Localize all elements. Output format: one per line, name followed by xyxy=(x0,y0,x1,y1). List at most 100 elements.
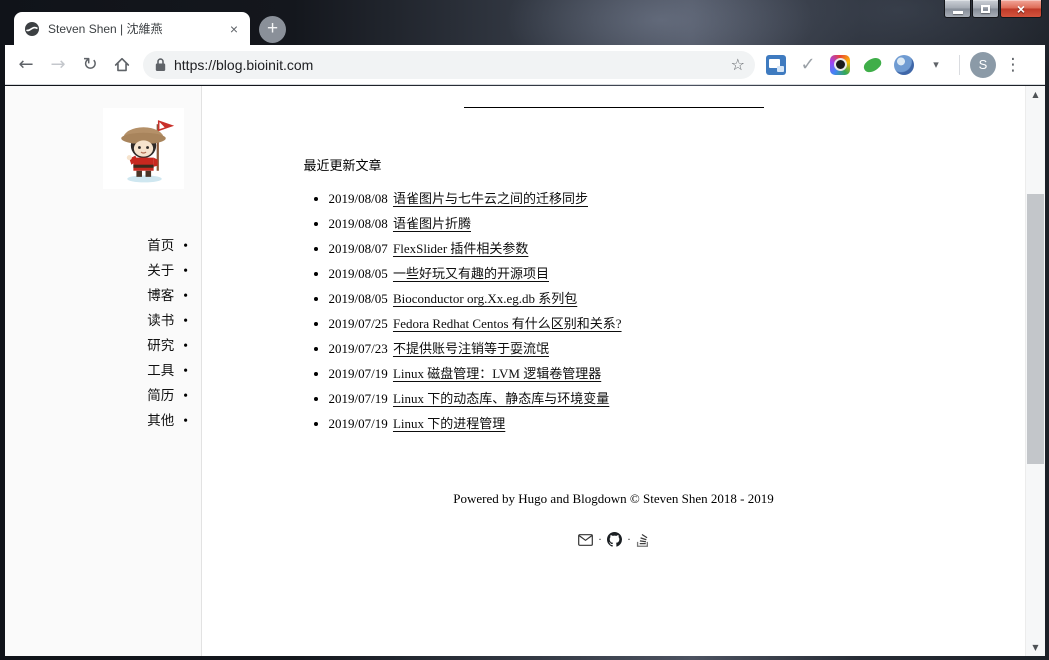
minimize-icon xyxy=(953,11,963,14)
desktop: { "window": { "controls": ["minimize", "… xyxy=(0,0,1049,660)
article-date: 2019/08/05 xyxy=(329,266,388,281)
sidebar-nav-item[interactable]: 简历 • xyxy=(5,383,201,408)
sidebar-nav-item[interactable]: 读书 • xyxy=(5,308,201,333)
article-link[interactable]: 一些好玩又有趣的开源项目 xyxy=(393,266,549,281)
sidebar-nav-label[interactable]: 首页 xyxy=(147,238,174,253)
globe-extension-glyph xyxy=(894,55,914,75)
footer-credit: Powered by Hugo and Blogdown © Steven Sh… xyxy=(304,486,924,511)
sidebar-nav-label[interactable]: 研究 xyxy=(147,338,174,353)
sidebar-nav-label[interactable]: 读书 xyxy=(147,313,174,328)
article-list-item: 2019/07/19 Linux 下的动态库、静态库与环境变量 xyxy=(329,386,924,411)
nav-bullet: • xyxy=(183,263,188,278)
sidebar-nav-item[interactable]: 关于 • xyxy=(5,258,201,283)
url-text[interactable]: https://blog.bioinit.com xyxy=(174,57,723,73)
recent-articles-list: 2019/08/08 语雀图片与七牛云之间的迁移同步2019/08/08 语雀图… xyxy=(304,186,924,436)
nav-bullet: • xyxy=(183,338,188,353)
article-list-item: 2019/08/08 语雀图片与七牛云之间的迁移同步 xyxy=(329,186,924,211)
nav-bullet: • xyxy=(183,363,188,378)
reload-button[interactable]: ↻ xyxy=(75,54,105,75)
back-button[interactable]: ← xyxy=(11,54,41,75)
browser-tab[interactable]: Steven Shen | 沈維燕 × xyxy=(14,12,250,45)
octocat-avatar-image xyxy=(103,108,184,189)
new-tab-button[interactable]: + xyxy=(259,16,286,43)
forward-button[interactable]: → xyxy=(43,54,73,75)
extensions-overflow-chevron-down-icon[interactable]: ▾ xyxy=(921,58,951,71)
window-minimize-button[interactable] xyxy=(944,0,971,18)
article-list-item: 2019/07/19 Linux 磁盘管理：LVM 逻辑卷管理器 xyxy=(329,361,924,386)
check-extension-icon[interactable]: ✓ xyxy=(793,54,823,75)
scroll-up-arrow-icon[interactable]: ▲ xyxy=(1026,86,1045,103)
sidebar-nav-label[interactable]: 简历 xyxy=(147,388,174,403)
window-close-button[interactable]: × xyxy=(1000,0,1042,18)
address-bar[interactable]: https://blog.bioinit.com ☆ xyxy=(143,51,755,79)
tab-favicon-globe-icon xyxy=(24,21,40,37)
article-list-item: 2019/07/23 不提供账号注销等于耍流氓 xyxy=(329,336,924,361)
article-link[interactable]: Fedora Redhat Centos 有什么区别和关系? xyxy=(393,316,622,331)
browser-toolbar: ← → ↻ https://blog.bioinit.com ☆ ✓ ▾ S ⋮ xyxy=(5,45,1045,85)
article-list-item: 2019/08/07 FlexSlider 插件相关参数 xyxy=(329,236,924,261)
nav-bullet: • xyxy=(183,238,188,253)
article-date: 2019/08/05 xyxy=(329,291,388,306)
home-button[interactable] xyxy=(107,56,137,74)
article-date: 2019/07/19 xyxy=(329,366,388,381)
camera-extension-icon[interactable] xyxy=(825,55,855,75)
pepper-extension-icon[interactable] xyxy=(857,56,887,74)
scrollbar-thumb[interactable] xyxy=(1027,194,1044,464)
article-link[interactable]: Linux 磁盘管理：LVM 逻辑卷管理器 xyxy=(393,366,601,381)
lock-icon xyxy=(155,58,166,72)
article-link[interactable]: Linux 下的进程管理 xyxy=(393,416,505,431)
browser-menu-kebab-icon[interactable]: ⋮ xyxy=(1000,55,1026,75)
article-date: 2019/08/08 xyxy=(329,216,388,231)
article-list-item: 2019/08/05 一些好玩又有趣的开源项目 xyxy=(329,261,924,286)
bookmark-star-icon[interactable]: ☆ xyxy=(731,55,745,74)
window-controls: × xyxy=(944,0,1042,18)
icon-separator: · xyxy=(598,527,602,552)
nav-bullet: • xyxy=(183,288,188,303)
sidebar-nav-item[interactable]: 其他 • xyxy=(5,408,201,433)
sidebar-nav: 首页 • 关于 • 博客 • 读书 • 研究 • 工具 • 简历 • 其他 • xyxy=(5,233,201,433)
article-link[interactable]: 语雀图片折腾 xyxy=(393,216,471,231)
article-link[interactable]: Linux 下的动态库、静态库与环境变量 xyxy=(393,391,609,406)
sidebar-nav-label[interactable]: 工具 xyxy=(147,363,174,378)
article-list-item: 2019/07/25 Fedora Redhat Centos 有什么区别和关系… xyxy=(329,311,924,336)
site-avatar[interactable] xyxy=(103,108,184,189)
profile-avatar[interactable]: S xyxy=(970,52,996,78)
toolbar-divider xyxy=(959,55,960,75)
pepper-extension-glyph xyxy=(861,53,883,75)
sidebar-nav-item[interactable]: 研究 • xyxy=(5,333,201,358)
sidebar-nav-item[interactable]: 博客 • xyxy=(5,283,201,308)
github-icon[interactable] xyxy=(607,532,622,547)
article-date: 2019/07/19 xyxy=(329,416,388,431)
sidebar-nav-item[interactable]: 首页 • xyxy=(5,233,201,258)
globe-extension-icon[interactable] xyxy=(889,55,919,75)
article-date: 2019/08/08 xyxy=(329,191,388,206)
page-scrollbar[interactable]: ▲ ▼ xyxy=(1025,86,1045,656)
site-sidebar: 首页 • 关于 • 博客 • 读书 • 研究 • 工具 • 简历 • 其他 • xyxy=(5,86,202,656)
sidebar-nav-label[interactable]: 其他 xyxy=(147,413,174,428)
article-link[interactable]: 不提供账号注销等于耍流氓 xyxy=(393,341,549,356)
nav-bullet: • xyxy=(183,413,188,428)
nav-bullet: • xyxy=(183,388,188,403)
article-link[interactable]: Bioconductor org.Xx.eg.db 系列包 xyxy=(393,291,577,306)
article-link[interactable]: 语雀图片与七牛云之间的迁移同步 xyxy=(393,191,588,206)
scroll-down-arrow-icon[interactable]: ▼ xyxy=(1026,639,1045,656)
article-list-item: 2019/07/19 Linux 下的进程管理 xyxy=(329,411,924,436)
sidebar-nav-item[interactable]: 工具 • xyxy=(5,358,201,383)
article-date: 2019/07/25 xyxy=(329,316,388,331)
tab-close-icon[interactable]: × xyxy=(226,20,242,38)
sidebar-nav-label[interactable]: 博客 xyxy=(147,288,174,303)
close-icon: × xyxy=(1017,2,1025,16)
main-content: 最近更新文章 2019/08/08 语雀图片与七牛云之间的迁移同步2019/08… xyxy=(202,86,1025,656)
article-link[interactable]: FlexSlider 插件相关参数 xyxy=(393,241,528,256)
window-maximize-button[interactable] xyxy=(972,0,999,18)
icon-separator: · xyxy=(627,527,631,552)
stackoverflow-icon[interactable] xyxy=(636,532,649,547)
horizontal-rule xyxy=(464,107,764,108)
maximize-icon xyxy=(981,5,990,13)
email-icon[interactable] xyxy=(578,534,593,546)
nav-bullet: • xyxy=(183,313,188,328)
translate-extension-icon[interactable] xyxy=(761,55,791,75)
article-list-item: 2019/08/05 Bioconductor org.Xx.eg.db 系列包 xyxy=(329,286,924,311)
article-date: 2019/07/19 xyxy=(329,391,388,406)
sidebar-nav-label[interactable]: 关于 xyxy=(147,263,174,278)
